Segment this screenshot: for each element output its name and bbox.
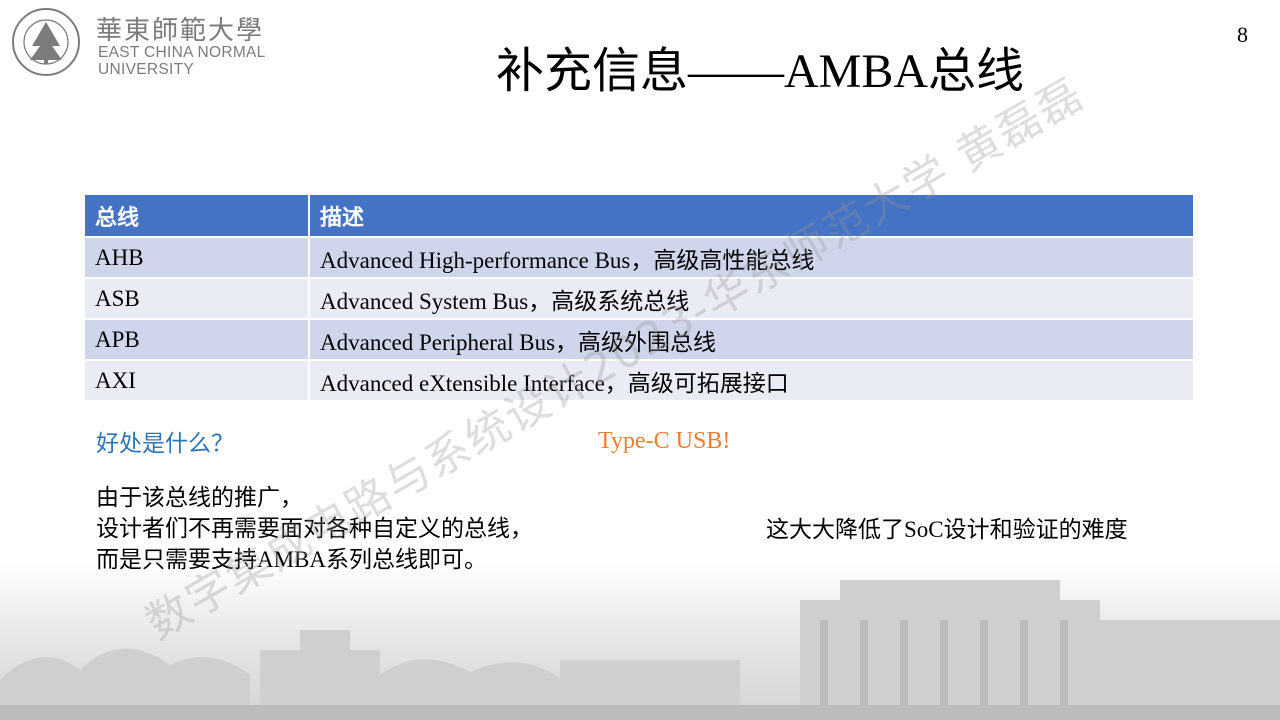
bus-description-cell: Advanced High-performance Bus，高级高性能总线 [309,236,1195,278]
slide: 華東師範大學 EAST CHINA NORMAL UNIVERSITY 8 补充… [0,0,1280,720]
bus-description-cell: Advanced eXtensible Interface，高级可拓展接口 [309,359,1195,400]
column-header-description: 描述 [309,195,1195,237]
table-row: AXI Advanced eXtensible Interface，高级可拓展接… [85,359,1195,400]
campus-background-image [0,560,1280,720]
page-number: 8 [1237,22,1248,47]
bus-name-cell: APB [85,318,310,360]
benefit-question: 好处是什么？ [96,431,234,457]
slide-title: 补充信息——AMBA总线 [496,45,1025,98]
conclusion-text: 这大大降低了SoC设计和验证的难度 [766,517,1128,542]
bus-name-cell: AXI [85,359,310,400]
table-header-row: 总线 描述 [85,195,1195,237]
paragraph-line: 而是只需要支持AMBA系列总线即可。 [96,547,488,572]
university-logo: 華東師範大學 EAST CHINA NORMAL UNIVERSITY [10,6,300,78]
bus-description-cell: Advanced System Bus，高级系统总线 [309,277,1195,319]
column-header-bus: 总线 [85,195,310,237]
paragraph-line: 设计者们不再需要面对各种自定义的总线， [96,516,533,541]
bus-description-cell: Advanced Peripheral Bus，高级外围总线 [309,318,1195,360]
paragraph-line: 由于该总线的推广， [96,485,303,510]
type-c-usb-answer: Type-C USB! [598,428,731,454]
table-row: AHB Advanced High-performance Bus，高级高性能总… [85,236,1195,278]
logo-chinese-name: 華東師範大學 [96,16,265,46]
explanation-paragraph: 由于该总线的推广， 设计者们不再需要面对各种自定义的总线， 而是只需要支持AMB… [96,482,533,575]
table-row: ASB Advanced System Bus，高级系统总线 [85,277,1195,319]
bus-name-cell: ASB [85,277,310,319]
amba-bus-table: 总线 描述 AHB Advanced High-performance Bus，… [85,195,1195,400]
bus-name-cell: AHB [85,236,310,278]
logo-english-name: EAST CHINA NORMAL UNIVERSITY [98,44,266,78]
table-row: APB Advanced Peripheral Bus，高级外围总线 [85,318,1195,360]
university-seal-icon [12,8,80,76]
